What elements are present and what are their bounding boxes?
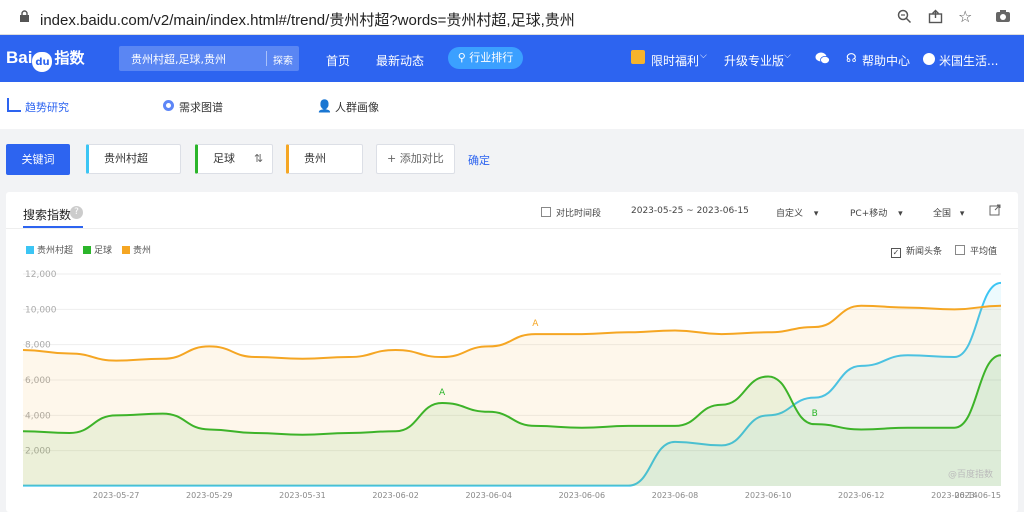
logo-text-bai: Bai xyxy=(6,48,33,67)
custom-dropdown[interactable]: 自定义 ▾ xyxy=(776,206,818,219)
industry-rank-button[interactable]: ⚲ 行业排行 xyxy=(448,47,523,69)
legend-item[interactable]: 贵州村超 xyxy=(26,246,73,256)
gift-icon xyxy=(631,50,645,64)
nav-news[interactable]: 最新动态 xyxy=(376,52,424,69)
average-checkbox[interactable]: 平均值 xyxy=(955,244,997,257)
paw-icon: du xyxy=(32,52,53,72)
x-tick-label: 2023-06-08 xyxy=(652,491,699,500)
star-icon[interactable]: ☆ xyxy=(958,7,972,26)
x-tick-label: 2023-06-04 xyxy=(465,491,512,500)
lock-icon xyxy=(20,10,29,22)
date-range[interactable]: 2023-05-25 ~ 2023-06-15 xyxy=(631,206,749,216)
export-icon[interactable] xyxy=(989,204,1001,219)
industry-rank-label: 行业排行 xyxy=(469,51,514,64)
legend-label: 贵州 xyxy=(133,246,152,256)
nav-home[interactable]: 首页 xyxy=(326,52,350,69)
headset-icon: ☊ xyxy=(846,51,857,65)
y-tick-label: 10,000 xyxy=(25,305,57,315)
keyword-1-label: 贵州村超 xyxy=(104,152,148,165)
nav-welfare[interactable]: 限时福利 xyxy=(651,52,699,69)
confirm-link[interactable]: 确定 xyxy=(468,152,490,168)
legend-label: 贵州村超 xyxy=(37,246,74,256)
custom-label: 自定义 xyxy=(776,209,804,219)
annotation-marker: A xyxy=(532,319,539,329)
legend-label: 足球 xyxy=(94,246,113,256)
legend-swatch xyxy=(122,246,131,254)
region-dropdown[interactable]: 全国 ▾ xyxy=(933,206,964,219)
compare-period-label: 对比时间段 xyxy=(556,209,602,219)
keyword-chip-3[interactable]: 贵州 xyxy=(286,144,363,174)
zoom-icon[interactable] xyxy=(897,9,912,27)
share-icon[interactable] xyxy=(928,9,943,27)
news-heads-checkbox[interactable]: ✓ 新闻头条 xyxy=(891,244,942,258)
add-compare-button[interactable]: + 添加对比 xyxy=(376,144,455,174)
tab-crowd[interactable]: 人群画像 xyxy=(335,99,379,115)
device-label: PC+移动 xyxy=(850,209,888,219)
search-index-card: 搜索指数 ? 对比时间段 2023-05-25 ~ 2023-06-15 自定义… xyxy=(6,192,1018,512)
top-nav: Bai du 指数 贵州村超,足球,贵州 探索 首页 最新动态 ⚲ 行业排行 限时福… xyxy=(0,35,1024,82)
nav-help[interactable]: 帮助中心 xyxy=(862,52,910,69)
tab-demand[interactable]: 需求图谱 xyxy=(179,99,223,115)
legend-item[interactable]: 贵州 xyxy=(122,246,151,256)
search-button[interactable]: 探索 xyxy=(273,52,293,67)
x-tick-label: 2023-06-06 xyxy=(559,491,606,500)
keyword-button[interactable]: 关键词 xyxy=(6,144,70,175)
x-tick-label: 2023-05-29 xyxy=(186,491,233,500)
nav-upgrade[interactable]: 升级专业版 xyxy=(724,52,784,69)
x-tick-label: 2023-06-02 xyxy=(372,491,419,500)
legend-swatch xyxy=(83,246,92,254)
annotation-marker: B xyxy=(812,409,818,419)
avatar[interactable] xyxy=(923,53,935,65)
x-tick-label: 2023-05-27 xyxy=(93,491,140,500)
logo-text-index: 指数 xyxy=(54,49,85,67)
device-dropdown[interactable]: PC+移动 ▾ xyxy=(850,206,903,219)
url-text[interactable]: index.baidu.com/v2/main/index.html#/tren… xyxy=(40,9,575,30)
average-label: 平均值 xyxy=(970,247,998,257)
x-tick-label: 2023-06-15 xyxy=(955,491,1002,500)
target-icon xyxy=(163,100,174,111)
people-icon: 👤 xyxy=(317,99,332,113)
annotation-marker: A xyxy=(439,388,446,398)
keyword-chip-2[interactable]: 足球 ⇅ xyxy=(195,144,273,174)
add-compare-label: + 添加对比 xyxy=(387,152,444,165)
trend-icon xyxy=(7,98,21,112)
compare-period-checkbox[interactable]: 对比时间段 xyxy=(541,206,601,219)
card-divider xyxy=(6,228,1018,229)
rank-icon: ⚲ xyxy=(457,51,466,64)
x-tick-label: 2023-05-31 xyxy=(279,491,326,500)
y-tick-label: 12,000 xyxy=(25,270,57,280)
caret-down-icon: ▾ xyxy=(898,209,903,219)
caret-down-icon: ▾ xyxy=(959,209,965,219)
baidu-index-logo[interactable]: Bai du 指数 xyxy=(6,47,84,72)
camera-icon[interactable] xyxy=(995,9,1011,26)
chevron-down-icon: ⌵ xyxy=(784,51,791,61)
tab-trend[interactable]: 趋势研究 xyxy=(25,99,69,115)
caret-down-icon: ▾ xyxy=(813,209,819,219)
help-icon[interactable]: ? xyxy=(70,206,83,219)
keyword-3-label: 贵州 xyxy=(304,152,326,165)
search-divider xyxy=(266,51,267,66)
search-box[interactable]: 贵州村超,足球,贵州 探索 xyxy=(119,46,299,71)
sub-nav: 趋势研究 需求图谱 👤 人群画像 xyxy=(0,82,1024,129)
x-tick-label: 2023-06-10 xyxy=(745,491,792,500)
card-title: 搜索指数 xyxy=(23,208,72,222)
user-name[interactable]: 米国生活... xyxy=(939,52,998,69)
search-input[interactable]: 贵州村超,足球,贵州 xyxy=(131,51,226,67)
trend-chart[interactable]: 12,00010,0008,0006,0004,0002,000AAB2023-… xyxy=(6,262,1018,508)
x-tick-label: 2023-06-12 xyxy=(838,491,885,500)
legend-item[interactable]: 足球 xyxy=(83,246,112,256)
address-bar: index.baidu.com/v2/main/index.html#/tren… xyxy=(0,0,1024,35)
series-area xyxy=(23,305,1001,486)
news-heads-label: 新闻头条 xyxy=(906,247,943,257)
watermark: @百度指数 xyxy=(948,470,994,480)
wechat-icon[interactable] xyxy=(815,52,830,67)
region-label: 全国 xyxy=(933,209,952,219)
legend-swatch xyxy=(26,246,34,254)
keyword-2-label: 足球 xyxy=(213,152,235,165)
swap-icon[interactable]: ⇅ xyxy=(254,145,263,173)
keyword-chip-1[interactable]: 贵州村超 xyxy=(86,144,181,174)
chart-legend: 贵州村超 足球 贵州 xyxy=(26,243,161,256)
chevron-down-icon: ⌵ xyxy=(700,51,707,61)
